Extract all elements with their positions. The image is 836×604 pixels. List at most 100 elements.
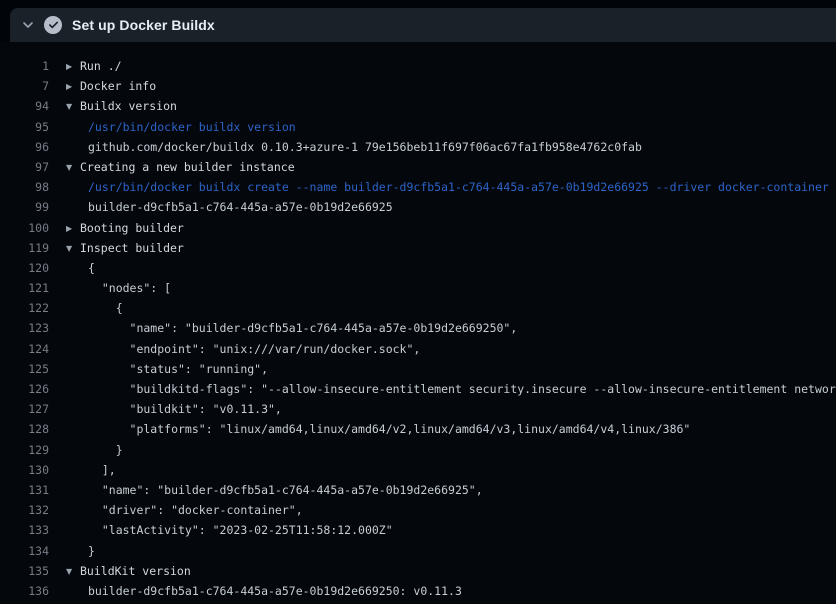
group-label: Buildx version bbox=[80, 99, 177, 113]
line-number[interactable]: 135 bbox=[0, 561, 49, 581]
log-line: 99 builder-d9cfb5a1-c764-445a-a57e-0b19d2… bbox=[0, 197, 836, 217]
log-line: 133 "lastActivity": "2023-02-25T11:58:12… bbox=[0, 520, 836, 540]
log-line: 96 github.com/docker/buildx 0.10.3+azure-… bbox=[0, 137, 836, 157]
log-output-text: "platforms": "linux/amd64,linux/amd64/v2… bbox=[88, 419, 690, 439]
line-number[interactable]: 95 bbox=[0, 117, 49, 137]
log-line: 136 builder-d9cfb5a1-c764-445a-a57e-0b19d… bbox=[0, 581, 836, 601]
log-group-header[interactable]: ▼Inspect builder bbox=[66, 238, 184, 258]
line-number[interactable]: 124 bbox=[0, 339, 49, 359]
log-line: 95/usr/bin/docker buildx version bbox=[0, 117, 836, 137]
log-output-text: } bbox=[88, 541, 95, 561]
line-number[interactable]: 119 bbox=[0, 238, 49, 258]
line-number[interactable]: 1 bbox=[0, 56, 49, 76]
triangle-down-icon: ▼ bbox=[66, 562, 80, 581]
log-line: 97 ▼Creating a new builder instance bbox=[0, 157, 836, 177]
line-number[interactable]: 130 bbox=[0, 460, 49, 480]
log-line: 120 { bbox=[0, 258, 836, 278]
triangle-right-icon: ▶ bbox=[66, 219, 80, 238]
triangle-down-icon: ▼ bbox=[66, 158, 80, 177]
log-group-header[interactable]: ▼Buildx version bbox=[66, 96, 177, 116]
line-number[interactable]: 94 bbox=[0, 96, 49, 116]
step-header[interactable]: Set up Docker Buildx bbox=[10, 8, 836, 42]
line-number[interactable]: 97 bbox=[0, 157, 49, 177]
line-number[interactable]: 132 bbox=[0, 500, 49, 520]
log-line: 7 ▶Docker info bbox=[0, 76, 836, 96]
log-output-text: "name": "builder-d9cfb5a1-c764-445a-a57e… bbox=[88, 480, 483, 500]
log-group-header[interactable]: ▼Creating a new builder instance bbox=[66, 157, 295, 177]
check-circle-icon bbox=[44, 16, 62, 34]
line-number[interactable]: 96 bbox=[0, 137, 49, 157]
log-output-text: ], bbox=[88, 460, 116, 480]
log-line: 134} bbox=[0, 541, 836, 561]
line-number[interactable]: 7 bbox=[0, 76, 49, 96]
log-output-text: "driver": "docker-container", bbox=[88, 500, 303, 520]
group-label: Inspect builder bbox=[80, 241, 184, 255]
line-number[interactable]: 131 bbox=[0, 480, 49, 500]
log-line: 121 "nodes": [ bbox=[0, 278, 836, 298]
line-number[interactable]: 98 bbox=[0, 177, 49, 197]
log-line: 128 "platforms": "linux/amd64,linux/amd6… bbox=[0, 419, 836, 439]
log-line: 131 "name": "builder-d9cfb5a1-c764-445a-… bbox=[0, 480, 836, 500]
line-number[interactable]: 99 bbox=[0, 197, 49, 217]
log-line: 132 "driver": "docker-container", bbox=[0, 500, 836, 520]
group-label: Docker info bbox=[80, 79, 156, 93]
group-label: BuildKit version bbox=[80, 564, 191, 578]
log-line: 127 "buildkit": "v0.11.3", bbox=[0, 399, 836, 419]
log-line: 123 "name": "builder-d9cfb5a1-c764-445a-… bbox=[0, 318, 836, 338]
line-number[interactable]: 125 bbox=[0, 359, 49, 379]
step-title: Set up Docker Buildx bbox=[72, 17, 215, 33]
log-group-header[interactable]: ▶Run ./ bbox=[66, 56, 122, 76]
line-number[interactable]: 127 bbox=[0, 399, 49, 419]
group-label: Creating a new builder instance bbox=[80, 160, 295, 174]
log-line: 122 { bbox=[0, 298, 836, 318]
line-number[interactable]: 100 bbox=[0, 218, 49, 238]
log-command-text: /usr/bin/docker buildx create --name bui… bbox=[88, 177, 829, 197]
log-line: 129 } bbox=[0, 440, 836, 460]
log-output-text: { bbox=[88, 298, 123, 318]
triangle-right-icon: ▶ bbox=[66, 77, 80, 96]
line-number[interactable]: 129 bbox=[0, 440, 49, 460]
log-line: 94 ▼Buildx version bbox=[0, 96, 836, 116]
log-line: 126 "buildkitd-flags": "--allow-insecure… bbox=[0, 379, 836, 399]
log-line: 1 ▶Run ./ bbox=[0, 56, 836, 76]
line-number[interactable]: 121 bbox=[0, 278, 49, 298]
line-number[interactable]: 134 bbox=[0, 541, 49, 561]
log-command-text: /usr/bin/docker buildx version bbox=[88, 117, 296, 137]
group-label: Booting builder bbox=[80, 221, 184, 235]
log-output-text: } bbox=[88, 440, 123, 460]
log-output-text: "status": "running", bbox=[88, 359, 268, 379]
line-number[interactable]: 133 bbox=[0, 520, 49, 540]
log-output-text: { bbox=[88, 258, 95, 278]
log-line: 130 ], bbox=[0, 460, 836, 480]
line-number[interactable]: 128 bbox=[0, 419, 49, 439]
log-output-text: "buildkit": "v0.11.3", bbox=[88, 399, 282, 419]
log-output-text: "nodes": [ bbox=[88, 278, 171, 298]
chevron-down-icon[interactable] bbox=[22, 19, 34, 31]
line-number[interactable]: 122 bbox=[0, 298, 49, 318]
log-line: 125 "status": "running", bbox=[0, 359, 836, 379]
triangle-right-icon: ▶ bbox=[66, 57, 80, 76]
log-line: 135 ▼BuildKit version bbox=[0, 561, 836, 581]
log-output-text: builder-d9cfb5a1-c764-445a-a57e-0b19d2e6… bbox=[88, 197, 393, 217]
group-label: Run ./ bbox=[80, 59, 122, 73]
log-line: 119 ▼Inspect builder bbox=[0, 238, 836, 258]
log-output-text: "lastActivity": "2023-02-25T11:58:12.000… bbox=[88, 520, 393, 540]
line-number[interactable]: 126 bbox=[0, 379, 49, 399]
triangle-down-icon: ▼ bbox=[66, 239, 80, 258]
log-lines: 1▶Run ./7▶Docker info94▼Buildx version95… bbox=[0, 56, 836, 601]
line-number[interactable]: 136 bbox=[0, 581, 49, 601]
log-output-text: "buildkitd-flags": "--allow-insecure-ent… bbox=[88, 379, 836, 399]
log-line: 98/usr/bin/docker buildx create --name b… bbox=[0, 177, 836, 197]
log-group-header[interactable]: ▼BuildKit version bbox=[66, 561, 191, 581]
log-output-text: "name": "builder-d9cfb5a1-c764-445a-a57e… bbox=[88, 318, 517, 338]
line-number[interactable]: 123 bbox=[0, 318, 49, 338]
triangle-down-icon: ▼ bbox=[66, 97, 80, 116]
log-group-header[interactable]: ▶Booting builder bbox=[66, 218, 184, 238]
log-line: 124 "endpoint": "unix:///var/run/docker.… bbox=[0, 339, 836, 359]
log-line: 100 ▶Booting builder bbox=[0, 218, 836, 238]
log-output-text: builder-d9cfb5a1-c764-445a-a57e-0b19d2e6… bbox=[88, 581, 462, 601]
log-output-text: "endpoint": "unix:///var/run/docker.sock… bbox=[88, 339, 420, 359]
log-group-header[interactable]: ▶Docker info bbox=[66, 76, 156, 96]
line-number[interactable]: 120 bbox=[0, 258, 49, 278]
log-output-text: github.com/docker/buildx 0.10.3+azure-1 … bbox=[88, 137, 642, 157]
